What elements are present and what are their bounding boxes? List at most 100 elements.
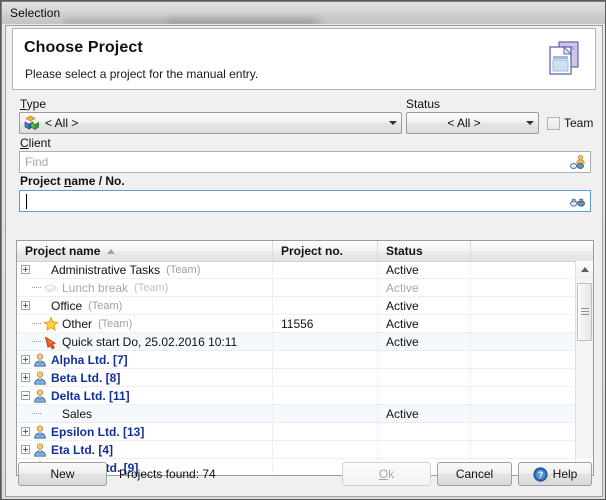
row-team-tag: (Team): [88, 299, 123, 312]
chevron-down-icon[interactable]: [384, 113, 401, 133]
type-label-rest: ype: [26, 97, 47, 111]
row-project-name: Other: [62, 316, 93, 331]
team-checkbox-box[interactable]: [547, 116, 560, 130]
person-icon: [32, 424, 48, 440]
cell-status: Active: [378, 297, 471, 314]
tree-expand-icon[interactable]: [21, 265, 30, 274]
table-row[interactable]: Quick start Do, 25.02.2016 10:11 Active: [17, 333, 576, 351]
team-checkbox[interactable]: Team: [547, 116, 593, 130]
window-title: Selection: [10, 6, 61, 20]
documents-copy-icon: [542, 37, 586, 81]
person-icon: [32, 352, 48, 368]
tree-expand-icon[interactable]: [21, 355, 30, 364]
coffee-cup-icon: [43, 280, 59, 296]
scrollbar-thumb[interactable]: [577, 283, 592, 341]
client-input-placeholder: Find: [25, 155, 49, 169]
column-header-project-no[interactable]: Project no.: [273, 241, 378, 261]
cell-extra: [471, 423, 576, 440]
cell-project-name: Quick start Do, 25.02.2016 10:11: [17, 333, 273, 350]
cell-project-no: [273, 297, 378, 314]
cell-project-name: Other (Team): [17, 315, 273, 332]
cell-status: [378, 351, 471, 368]
cell-status: [378, 387, 471, 404]
help-button[interactable]: ? Help: [518, 462, 592, 486]
status-dropdown[interactable]: < All >: [406, 112, 539, 134]
help-question-icon: ?: [533, 466, 548, 482]
project-name-label: Project name / No.: [20, 174, 125, 188]
table-row[interactable]: Eta Ltd. [4]: [17, 441, 576, 459]
tree-line: [32, 286, 41, 289]
table-row[interactable]: Beta Ltd. [8]: [17, 369, 576, 387]
status-label: Status: [406, 97, 441, 111]
scroll-up-button[interactable]: [576, 261, 593, 278]
client-label: Client: [20, 136, 51, 150]
tree-expand-icon[interactable]: [21, 373, 30, 382]
svg-text:?: ?: [537, 470, 543, 480]
status-dropdown-value: < All >: [447, 116, 481, 130]
type-dropdown[interactable]: < All >: [19, 112, 402, 134]
tree-line: [32, 340, 41, 343]
title-bar: Selection: [2, 2, 605, 24]
tree-expand-icon[interactable]: [21, 445, 30, 454]
cancel-button-label: Cancel: [455, 467, 494, 481]
cell-project-name: Sales: [17, 405, 273, 422]
column-header-project-name[interactable]: Project name: [17, 241, 273, 261]
project-name-label-text: Project: [20, 174, 65, 188]
cell-project-no: [273, 351, 378, 368]
table-row[interactable]: Other (Team) 11556 Active: [17, 315, 576, 333]
cell-project-name: Alpha Ltd. [7]: [17, 351, 273, 368]
table-row[interactable]: Epsilon Ltd. [13]: [17, 423, 576, 441]
cell-project-no: [273, 387, 378, 404]
text-caret: [26, 194, 27, 209]
binoculars-icon[interactable]: [569, 193, 587, 210]
cell-extra: [471, 279, 576, 296]
row-project-name: Eta Ltd. [4]: [51, 442, 113, 457]
star-icon: [43, 315, 59, 332]
row-icon-spacer: [32, 298, 48, 314]
table-row[interactable]: Sales Active: [17, 405, 576, 423]
find-person-icon[interactable]: [569, 154, 587, 171]
cell-status: Active: [378, 333, 471, 350]
cell-project-no: [273, 279, 378, 296]
row-project-name: Quick start Do, 25.02.2016 10:11: [62, 334, 238, 349]
team-checkbox-label: Team: [564, 116, 594, 130]
cell-project-name: Office (Team): [17, 297, 273, 314]
grid-vertical-scrollbar[interactable]: [575, 261, 593, 475]
row-project-name: Alpha Ltd. [7]: [51, 352, 128, 367]
projects-tree-grid[interactable]: Project name Project no. Status Administ…: [16, 240, 594, 476]
column-header-status[interactable]: Status: [378, 241, 471, 261]
cancel-button[interactable]: Cancel: [437, 462, 512, 486]
chevron-down-icon[interactable]: [521, 113, 538, 133]
cell-project-name: Administrative Tasks (Team): [17, 261, 273, 278]
client-input[interactable]: Find: [19, 151, 591, 173]
tree-expand-icon[interactable]: [21, 301, 30, 310]
project-name-input[interactable]: [19, 190, 591, 212]
dialog-client-area: Choose Project Please select a project f…: [5, 25, 603, 497]
table-row[interactable]: Alpha Ltd. [7]: [17, 351, 576, 369]
cell-project-name: Epsilon Ltd. [13]: [17, 423, 273, 440]
table-row[interactable]: Delta Ltd. [11]: [17, 387, 576, 405]
tree-collapse-icon[interactable]: [21, 391, 30, 400]
grid-body[interactable]: Administrative Tasks (Team) Active Lunch br…: [17, 261, 576, 475]
cell-project-no: [273, 441, 378, 458]
tree-expand-icon[interactable]: [21, 427, 30, 436]
column-header-extra[interactable]: [471, 241, 593, 261]
table-row[interactable]: Office (Team) Active: [17, 297, 576, 315]
type-label: Type: [20, 97, 47, 111]
cell-status: Active: [378, 405, 471, 422]
person-icon: [32, 388, 48, 404]
table-row[interactable]: Lunch break (Team) Active: [17, 279, 576, 297]
client-label-rest: lient: [28, 136, 51, 150]
new-button-label: New: [50, 467, 75, 481]
row-project-name: Beta Ltd. [8]: [51, 370, 121, 385]
ok-button[interactable]: Ok: [342, 462, 431, 486]
table-row[interactable]: Administrative Tasks (Team) Active: [17, 261, 576, 279]
tree-line: [32, 412, 41, 415]
dialog-header-banner: Choose Project Please select a project f…: [12, 28, 596, 90]
person-icon: [32, 442, 48, 458]
new-button[interactable]: New: [18, 462, 107, 486]
cell-project-no: [273, 369, 378, 386]
projects-found-status: Projects found: 74: [119, 467, 216, 481]
page-title: Choose Project: [24, 39, 143, 56]
ok-button-label: Ok: [378, 467, 395, 481]
